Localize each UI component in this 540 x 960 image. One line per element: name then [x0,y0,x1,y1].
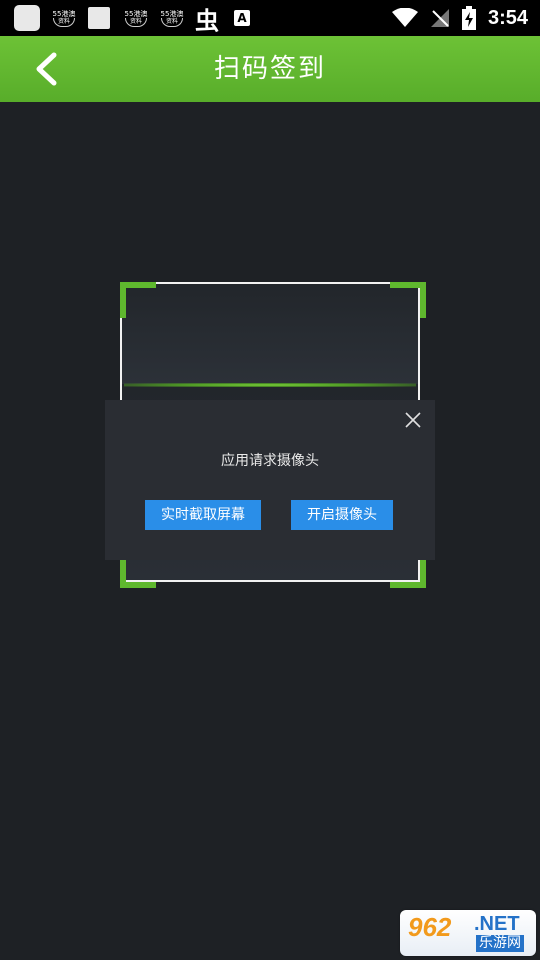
app-badge-icon: 55港澳 资料 [158,5,186,31]
battery-charging-icon [461,6,476,30]
app-badge-top-text: 55港澳 [124,9,148,18]
scan-viewport [122,284,418,384]
bug-icon: 虫 [195,6,219,35]
app-badge-icon: 55港澳 资料 [122,5,150,31]
app-badge-bottom-text: 资料 [125,17,147,27]
app-badge-top-text: 55港澳 [52,9,76,18]
scan-corner-top-left [120,282,156,318]
watermark-net: .NET [474,913,520,935]
app-badge-icon: 55港澳 资料 [50,5,78,31]
dialog-message: 应用请求摄像头 [221,453,319,469]
a-icon: A [234,10,250,26]
status-bar: 55港澳 资料 55港澳 资料 55港澳 资料 虫 A 3:54 [0,0,540,36]
scan-line [124,383,416,387]
scan-corner-top-right [390,282,426,318]
app-notification-icon [88,7,110,29]
app-badge-bottom-text: 资料 [161,17,183,27]
open-camera-button[interactable]: 开启摄像头 [291,500,393,530]
clock: 3:54 [487,6,528,29]
status-right-group: 3:54 [391,0,528,36]
app-badge-bottom-text: 资料 [53,17,75,27]
site-watermark-logo: 962 .NET 乐游网 [400,910,536,956]
app-badge-top-text: 55港澳 [160,9,184,18]
watermark-number: 962 [408,912,452,942]
app-header: 扫码签到 [0,36,540,102]
capture-screen-button[interactable]: 实时截取屏幕 [145,500,261,530]
no-signal-icon [430,9,449,27]
watermark-sub: 乐游网 [476,935,524,952]
page-title: 扫码签到 [213,54,326,84]
camera-permission-dialog: 应用请求摄像头 实时截取屏幕 开启摄像头 [105,400,435,560]
app-notification-icon [14,5,40,31]
dialog-close-button[interactable] [403,410,423,430]
wifi-icon [391,8,418,27]
close-icon [405,412,421,428]
